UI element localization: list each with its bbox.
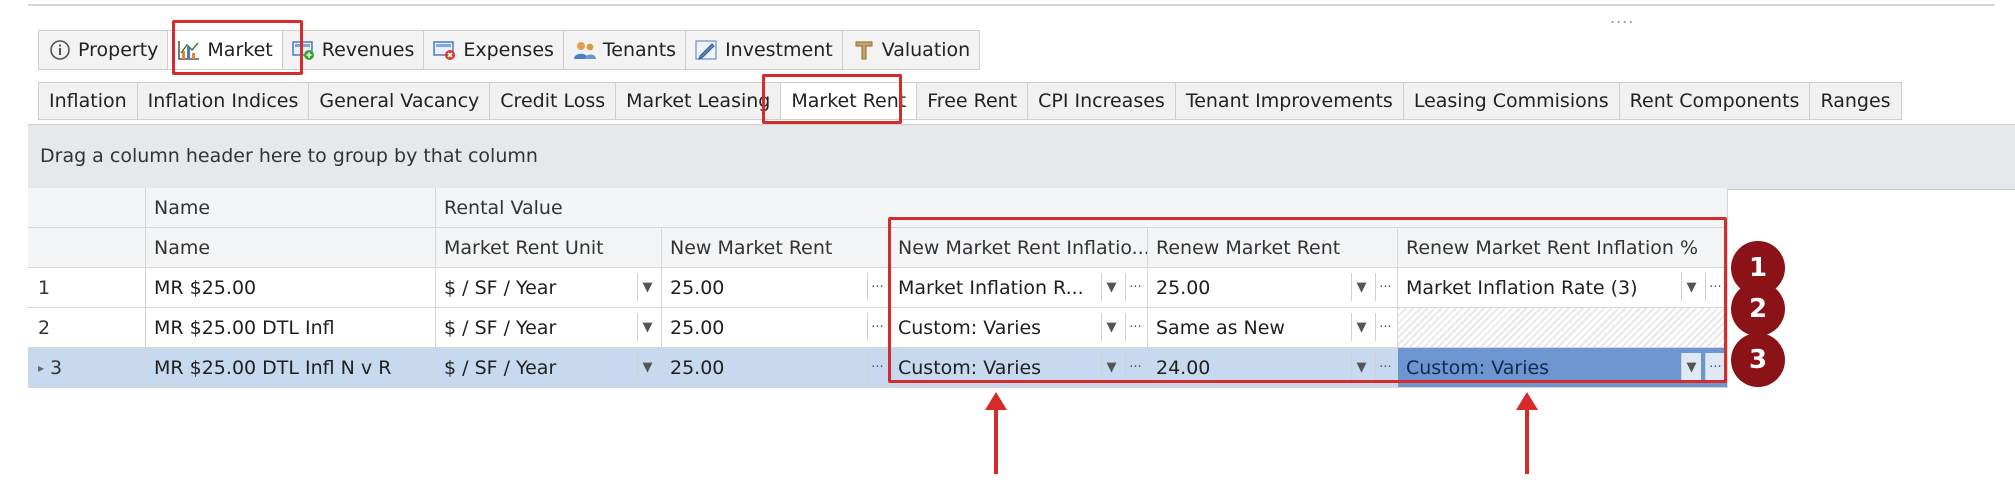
cell-value: 25.00 bbox=[670, 356, 725, 379]
cell-new-market-rent[interactable]: 25.00 ··· bbox=[662, 268, 890, 308]
tab-label: Investment bbox=[725, 39, 833, 61]
tab-expenses[interactable]: Expenses bbox=[423, 30, 563, 70]
tool-icon bbox=[852, 39, 876, 61]
pencil-chart-icon bbox=[695, 39, 719, 61]
tab-tenants[interactable]: Tenants bbox=[562, 30, 686, 70]
tab-label: Tenants bbox=[602, 39, 677, 61]
sub-tab-strip: Inflation Inflation Indices General Vaca… bbox=[38, 82, 1902, 120]
cell-name[interactable]: MR $25.00 DTL Infl N v R bbox=[146, 348, 436, 388]
cell-value: $ / SF / Year bbox=[444, 276, 557, 299]
group-by-panel[interactable]: Drag a column header here to group by th… bbox=[28, 124, 2015, 190]
cell-value: $ / SF / Year bbox=[444, 356, 557, 379]
row-number[interactable]: 2 bbox=[28, 308, 146, 348]
tab-valuation[interactable]: Valuation bbox=[841, 30, 981, 70]
cell-value: 25.00 bbox=[670, 316, 725, 339]
cell-value: 25.00 bbox=[670, 276, 725, 299]
dropdown-arrow-icon[interactable]: ▼ bbox=[637, 353, 657, 381]
market-rent-tab-highlight bbox=[762, 74, 902, 124]
ellipsis-button-icon[interactable]: ··· bbox=[867, 273, 887, 301]
row-number-text: 3 bbox=[50, 356, 63, 379]
tab-label: Expenses bbox=[463, 39, 554, 61]
subtab-free-rent[interactable]: Free Rent bbox=[916, 82, 1028, 120]
row-indicator-header bbox=[28, 228, 146, 268]
subtab-credit-loss[interactable]: Credit Loss bbox=[489, 82, 616, 120]
tab-investment[interactable]: Investment bbox=[685, 30, 842, 70]
inflation-columns-highlight bbox=[888, 217, 1727, 383]
tab-property[interactable]: Property bbox=[38, 30, 168, 70]
cell-new-market-rent[interactable]: 25.00 ··· bbox=[662, 308, 890, 348]
column-header-name[interactable]: Name bbox=[146, 228, 436, 268]
band-header-name[interactable]: Name bbox=[146, 188, 436, 228]
dropdown-arrow-icon[interactable]: ▼ bbox=[637, 273, 657, 301]
dropdown-arrow-icon[interactable]: ▼ bbox=[637, 313, 657, 341]
expenses-icon bbox=[433, 39, 457, 61]
subtab-market-leasing[interactable]: Market Leasing bbox=[615, 82, 781, 120]
cell-name[interactable]: MR $25.00 bbox=[146, 268, 436, 308]
tab-label: Valuation bbox=[881, 39, 971, 61]
subtab-general-vacancy[interactable]: General Vacancy bbox=[308, 82, 490, 120]
market-tab-highlight bbox=[172, 20, 303, 75]
arrow-shaft bbox=[994, 408, 998, 474]
people-icon bbox=[573, 39, 597, 61]
callout-badge-3: 3 bbox=[1731, 333, 1785, 387]
top-border bbox=[28, 4, 1995, 6]
subtab-leasing-commisions[interactable]: Leasing Commisions bbox=[1402, 82, 1619, 120]
cell-value: $ / SF / Year bbox=[444, 316, 557, 339]
row-number[interactable]: 1 bbox=[28, 268, 146, 308]
cell-market-rent-unit[interactable]: $ / SF / Year ▼ bbox=[436, 308, 662, 348]
arrow-shaft bbox=[1525, 408, 1529, 474]
cell-market-rent-unit[interactable]: $ / SF / Year ▼ bbox=[436, 268, 662, 308]
info-icon bbox=[48, 39, 72, 61]
tab-label: Property bbox=[78, 39, 159, 61]
subtab-inflation[interactable]: Inflation bbox=[38, 82, 137, 120]
subtab-inflation-indices[interactable]: Inflation Indices bbox=[136, 82, 309, 120]
row-number[interactable]: ▸ 3 bbox=[28, 348, 146, 388]
subtab-cpi-increases[interactable]: CPI Increases bbox=[1027, 82, 1175, 120]
cell-name[interactable]: MR $25.00 DTL Infl bbox=[146, 308, 436, 348]
row-indicator-header bbox=[28, 188, 146, 228]
ellipsis-button-icon[interactable]: ··· bbox=[867, 313, 887, 341]
ellipsis-button-icon[interactable]: ··· bbox=[867, 353, 887, 381]
callout-badge-2: 2 bbox=[1731, 282, 1785, 336]
subtab-ranges[interactable]: Ranges bbox=[1809, 82, 1902, 120]
cell-new-market-rent[interactable]: 25.00 ··· bbox=[662, 348, 890, 388]
column-header-new-market-rent[interactable]: New Market Rent bbox=[662, 228, 890, 268]
column-header-market-rent-unit[interactable]: Market Rent Unit bbox=[436, 228, 662, 268]
cell-market-rent-unit[interactable]: $ / SF / Year ▼ bbox=[436, 348, 662, 388]
row-indicator-icon: ▸ bbox=[38, 360, 45, 375]
subtab-rent-components[interactable]: Rent Components bbox=[1618, 82, 1810, 120]
subtab-tenant-improvements[interactable]: Tenant Improvements bbox=[1174, 82, 1403, 120]
overflow-dots[interactable]: .... bbox=[1610, 8, 1634, 27]
tab-label: Revenues bbox=[321, 39, 415, 61]
group-panel-hint: Drag a column header here to group by th… bbox=[40, 145, 538, 167]
